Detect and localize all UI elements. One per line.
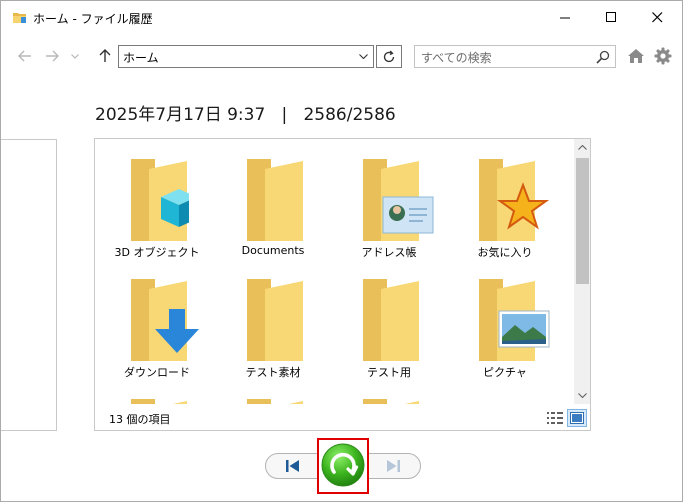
maximize-icon [605,11,616,22]
folder-icon [363,279,419,361]
folder-item-pictures[interactable]: ピクチャ [447,259,563,379]
chevron-down-icon [358,54,368,59]
folder-item-downloads[interactable]: ダウンロード [99,259,215,379]
forward-button[interactable] [41,45,63,67]
folder-label: ダウンロード [124,366,190,379]
address-text: ホーム [123,51,159,65]
details-view-icon [547,412,563,424]
address-bar[interactable]: ホーム [118,45,374,68]
folder-label: 3D オブジェクト [114,246,200,259]
folder-icon [131,159,189,241]
snapshot-separator: | [281,105,288,125]
window-title: ホーム - ファイル履歴 [33,12,153,26]
previous-version-button[interactable] [281,455,305,477]
folder-item-test-use[interactable]: テスト用 [331,259,447,379]
folder-item-test-material[interactable]: テスト素材 [215,259,331,379]
file-item-partial[interactable] [447,379,563,404]
address-dropdown-button[interactable] [353,46,373,67]
details-view-button[interactable] [546,409,564,427]
search-input[interactable]: すべての検索 [414,45,616,68]
folder-icon [247,159,303,241]
folder-item-partial[interactable] [215,379,331,404]
recent-locations-dropdown[interactable] [68,45,82,67]
skip-next-icon [387,460,400,472]
contact-card-icon [382,196,434,234]
close-button[interactable] [634,1,680,33]
search-icon [596,50,610,64]
home-icon [628,49,644,63]
next-version-button[interactable] [381,455,405,477]
folder-label: ピクチャ [483,366,527,379]
large-icons-view-icon [570,412,584,424]
scroll-up-button[interactable] [574,139,590,156]
folder-label: テスト素材 [245,366,301,379]
folder-icon [247,399,303,404]
folder-icon [363,159,434,241]
skip-previous-icon [286,460,299,472]
settings-button[interactable] [652,45,674,67]
chevron-down-icon [71,53,79,59]
up-button[interactable] [94,45,116,67]
folder-item-3d-objects[interactable]: 3D オブジェクト [99,139,215,259]
folder-item-address-book[interactable]: アドレス帳 [331,139,447,259]
file-history-app-icon [13,13,26,23]
vertical-scrollbar[interactable] [574,139,590,404]
title-bar: ホーム - ファイル履歴 [1,1,682,33]
minimize-icon [559,17,570,18]
previous-snapshot-pane[interactable] [1,139,57,431]
folder-icon [247,279,303,361]
folder-item-documents[interactable]: Documents [215,139,331,257]
back-arrow-icon [18,50,31,62]
snapshot-position: 2586/2586 [303,105,396,125]
refresh-button[interactable] [376,45,402,68]
folder-label: お気に入り [477,246,533,259]
folder-item-partial[interactable] [331,379,447,404]
restore-button[interactable] [321,443,365,487]
search-placeholder: すべての検索 [421,51,492,65]
folder-icon [479,279,550,361]
folder-item-partial[interactable] [99,379,215,404]
folder-label: アドレス帳 [361,246,417,259]
folder-label: Documents [241,244,305,257]
gear-icon [654,47,672,65]
folder-icon [131,279,199,361]
minimize-button[interactable] [542,1,588,33]
folder-icon [363,399,419,404]
folder-grid: 3D オブジェクト Documents アドレス帳 お気に入り ダウンロード テ… [95,139,575,404]
folder-label: テスト用 [367,366,411,379]
current-snapshot-pane: 3D オブジェクト Documents アドレス帳 お気に入り ダウンロード テ… [94,138,591,431]
refresh-icon [383,50,395,62]
snapshot-info: 2025年7月17日 9:37 | 2586/2586 [95,100,396,125]
folder-icon [479,159,550,241]
scrollbar-thumb[interactable] [576,158,589,284]
folder-icon [131,399,187,404]
file-history-window: ホーム - ファイル履歴 ホーム すべての検索 2025年7月17日 9:37 … [0,0,683,502]
close-icon [651,11,662,22]
up-arrow-icon [99,49,111,62]
large-icons-view-button[interactable] [567,409,587,427]
home-button[interactable] [625,45,647,67]
chevron-up-icon [578,145,587,150]
landscape-photo-icon [498,310,550,348]
maximize-button[interactable] [588,1,634,33]
chevron-down-icon [578,393,587,398]
item-count: 13 個の項目 [109,413,171,426]
scroll-down-button[interactable] [574,387,590,404]
snapshot-datetime: 2025年7月17日 9:37 [95,105,266,125]
folder-item-favorites[interactable]: お気に入り [447,139,563,259]
file-icon [477,397,537,404]
back-button[interactable] [14,45,36,67]
forward-arrow-icon [46,50,59,62]
